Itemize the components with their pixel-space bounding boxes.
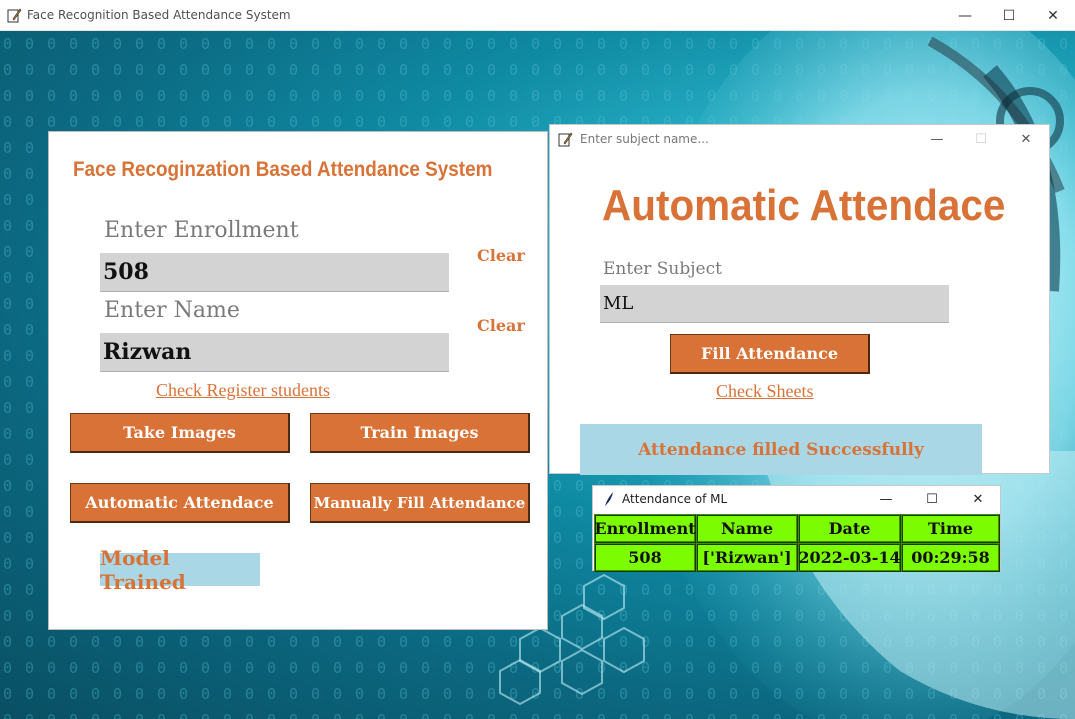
cell-name: ['Rizwan']	[696, 543, 798, 572]
attendance-grid: Enrollment Name Date Time 508 ['Rizwan']…	[594, 514, 1000, 572]
feather-pen-icon	[558, 132, 573, 147]
subject-label: Enter Subject	[603, 259, 722, 279]
enrollment-label: Enter Enrollment	[104, 218, 299, 243]
table-close-button[interactable]: ✕	[955, 487, 1001, 511]
close-icon: ✕	[972, 491, 984, 507]
panel-title: Face Recoginzation Based Attendance Syst…	[73, 158, 493, 181]
manual-attendance-button[interactable]: Manually Fill Attendance	[310, 483, 530, 523]
header-date: Date	[798, 514, 901, 543]
check-register-students-link[interactable]: Check Register students	[156, 380, 330, 401]
minimize-icon: —	[930, 131, 944, 147]
cell-enrollment: 508	[594, 543, 696, 572]
automatic-attendance-heading: Automatic Attendace	[602, 181, 1006, 230]
table-maximize-button[interactable]: ☐	[909, 487, 955, 511]
maximize-icon: ☐	[1002, 7, 1016, 24]
subject-minimize-button[interactable]: —	[915, 127, 959, 151]
minimize-button[interactable]: —	[942, 0, 988, 31]
train-images-button[interactable]: Train Images	[310, 413, 530, 453]
clear-enrollment-button[interactable]: Clear	[477, 246, 525, 265]
name-label: Enter Name	[104, 298, 240, 323]
main-titlebar: Face Recognition Based Attendance System…	[0, 0, 1075, 31]
take-images-button[interactable]: Take Images	[70, 413, 290, 453]
header-name: Name	[696, 514, 798, 543]
subject-close-button[interactable]: ✕	[1004, 127, 1048, 151]
feather-icon	[605, 492, 613, 506]
attendance-status-label: Attendance filled Successfully	[580, 424, 982, 475]
maximize-icon: ☐	[975, 131, 987, 147]
attendance-table-window: Attendance of ML — ☐ ✕ Enrollment Name D…	[592, 485, 1001, 572]
name-input[interactable]: Rizwan	[100, 333, 449, 372]
feather-pen-icon	[7, 8, 22, 23]
maximize-button[interactable]: ☐	[986, 0, 1032, 31]
table-row: 508 ['Rizwan'] 2022-03-14 00:29:58	[594, 543, 1000, 572]
subject-window-title: Enter subject name...	[580, 132, 709, 146]
subject-maximize-button: ☐	[959, 127, 1003, 151]
table-minimize-button[interactable]: —	[863, 487, 909, 511]
window-title: Face Recognition Based Attendance System	[27, 8, 291, 22]
fill-attendance-button[interactable]: Fill Attendance	[670, 334, 870, 374]
maximize-icon: ☐	[926, 491, 938, 507]
minimize-icon: —	[879, 491, 893, 507]
header-enrollment: Enrollment	[594, 514, 696, 543]
close-icon: ✕	[1020, 131, 1032, 147]
main-panel: Face Recoginzation Based Attendance Syst…	[48, 131, 548, 630]
table-header-row: Enrollment Name Date Time	[594, 514, 1000, 543]
minimize-icon: —	[958, 7, 972, 24]
cell-date: 2022-03-14	[798, 543, 901, 572]
subject-input[interactable]: ML	[600, 285, 949, 323]
enrollment-input[interactable]: 508	[100, 253, 449, 292]
close-icon: ✕	[1047, 7, 1059, 24]
close-button[interactable]: ✕	[1030, 0, 1075, 31]
clear-name-button[interactable]: Clear	[477, 316, 525, 335]
cell-time: 00:29:58	[901, 543, 1000, 572]
attendance-window-title: Attendance of ML	[622, 492, 728, 506]
header-time: Time	[901, 514, 1000, 543]
automatic-attendance-button[interactable]: Automatic Attendace	[70, 483, 290, 523]
check-sheets-link[interactable]: Check Sheets	[716, 381, 813, 402]
subject-window: Enter subject name... — ☐ ✕ Automatic At…	[549, 124, 1050, 475]
model-status-label: Model Trained	[100, 546, 260, 594]
